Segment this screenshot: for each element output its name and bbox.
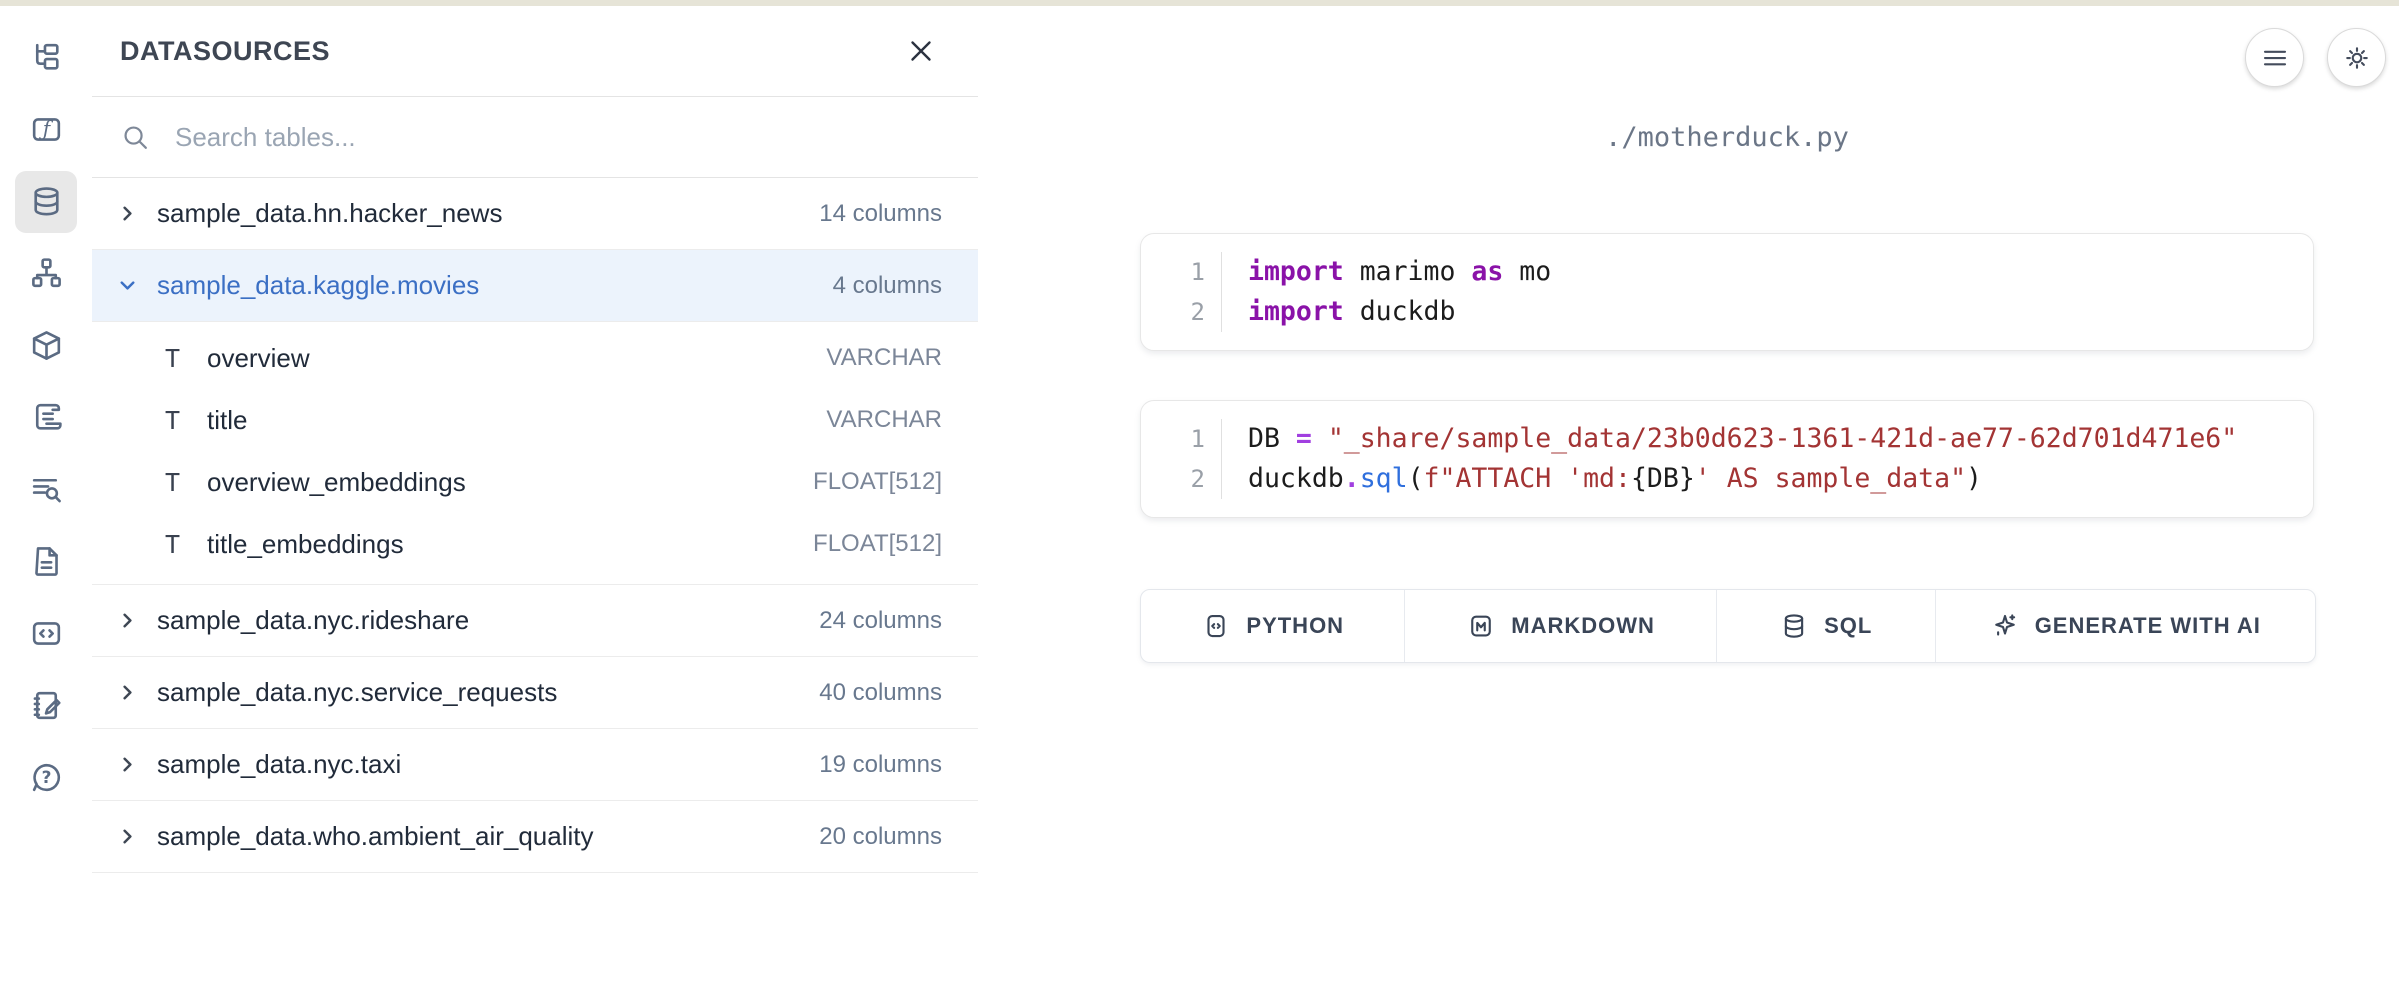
code-cell[interactable]: 12 DB = "_share/sample_data/23b0d623-1361… <box>1140 400 2314 518</box>
table-name: sample_data.hn.hacker_news <box>157 198 502 229</box>
table-name: sample_data.nyc.taxi <box>157 749 401 780</box>
column-name: overview <box>207 343 310 374</box>
gear-icon <box>2342 43 2372 73</box>
table-name: sample_data.nyc.rideshare <box>157 605 469 636</box>
table-columns-count: 24 columns <box>819 607 942 635</box>
chevron-right-icon <box>116 202 139 225</box>
chevron-right-icon <box>116 681 139 704</box>
app-window: ƒ ? DATASOURCES <box>0 0 2399 996</box>
cells-container: 12import marimo as moimport duckdb12DB =… <box>1140 233 2314 567</box>
code-line: DB = "_share/sample_data/23b0d623-1361-4… <box>1248 419 2237 459</box>
table-name: sample_data.kaggle.movies <box>157 270 479 301</box>
chevron-right-icon <box>116 609 139 632</box>
snippets-icon[interactable] <box>28 615 65 652</box>
table-row[interactable]: sample_data.nyc.service_requests 40 colum… <box>92 657 978 729</box>
add-python-cell-button[interactable]: PYTHON <box>1141 590 1404 662</box>
table-row[interactable]: sample_data.kaggle.movies 4 columns <box>92 250 978 322</box>
table-columns-count: 19 columns <box>819 751 942 779</box>
text-type-icon: T <box>165 406 207 435</box>
column-type: FLOAT[512] <box>813 468 942 496</box>
chevron-right-icon <box>116 753 139 776</box>
code-cell[interactable]: 12import marimo as moimport duckdb <box>1140 233 2314 351</box>
hamburger-menu-icon <box>2260 43 2290 73</box>
search-bar <box>92 97 978 178</box>
table-columns-count: 20 columns <box>819 823 942 851</box>
table-columns-count: 4 columns <box>833 272 942 300</box>
line-number: 2 <box>1141 459 1205 499</box>
line-number-gutter: 12 <box>1141 419 1222 499</box>
table-columns-count: 14 columns <box>819 200 942 228</box>
search-input[interactable] <box>173 121 950 154</box>
generate-with-ai-button[interactable]: GENERATE WITH AI <box>1935 590 2315 662</box>
python-code-icon <box>1201 611 1231 641</box>
text-type-icon: T <box>165 344 207 373</box>
notebook-filename[interactable]: ./motherduck.py <box>1140 122 2314 153</box>
columns-list: Toverview VARCHAR Ttitle VARCHAR Toverview_e… <box>92 322 978 585</box>
chevron-right-icon <box>116 825 139 848</box>
icon-rail: ƒ ? <box>0 6 93 996</box>
column-row[interactable]: Toverview_embeddings FLOAT[512] <box>92 451 978 513</box>
documentation-icon[interactable] <box>28 543 65 580</box>
markdown-icon <box>1466 611 1496 641</box>
add-python-label: PYTHON <box>1246 613 1344 639</box>
column-row[interactable]: Toverview VARCHAR <box>92 327 978 389</box>
datasources-panel: DATASOURCES sample_data.hn.hacker_news 14… <box>92 6 979 996</box>
generate-with-ai-label: GENERATE WITH AI <box>2035 613 2261 639</box>
search-icon <box>120 122 151 153</box>
scratchpad-icon[interactable] <box>28 687 65 724</box>
functions-icon[interactable]: ƒ <box>28 111 65 148</box>
table-columns-count: 40 columns <box>819 679 942 707</box>
file-explorer-icon[interactable] <box>28 39 65 76</box>
line-number: 2 <box>1141 292 1205 332</box>
datasources-panel-header: DATASOURCES <box>92 6 978 97</box>
code-line: import duckdb <box>1248 292 1551 332</box>
line-number: 1 <box>1141 419 1205 459</box>
dependencies-icon[interactable] <box>28 255 65 292</box>
column-name: title <box>207 405 247 436</box>
table-name: sample_data.who.ambient_air_quality <box>157 821 594 852</box>
code-editor[interactable]: import marimo as moimport duckdb <box>1222 252 1551 332</box>
tables-list: sample_data.hn.hacker_news14 columnssamp… <box>92 178 978 873</box>
column-row[interactable]: Ttitle VARCHAR <box>92 389 978 451</box>
table-name: sample_data.nyc.service_requests <box>157 677 557 708</box>
text-type-icon: T <box>165 468 207 497</box>
add-markdown-label: MARKDOWN <box>1511 613 1655 639</box>
datasources-icon[interactable] <box>15 171 77 233</box>
panel-title: DATASOURCES <box>120 36 330 67</box>
table-row[interactable]: sample_data.who.ambient_air_quality 20 co… <box>92 801 978 873</box>
code-editor[interactable]: DB = "_share/sample_data/23b0d623-1361-4… <box>1222 419 2237 499</box>
packages-icon[interactable] <box>28 327 65 364</box>
sparkles-icon <box>1990 611 2020 641</box>
column-row[interactable]: Ttitle_embeddings FLOAT[512] <box>92 513 978 575</box>
add-sql-cell-button[interactable]: SQL <box>1716 590 1935 662</box>
database-icon <box>1779 611 1809 641</box>
add-sql-label: SQL <box>1824 613 1872 639</box>
column-name: overview_embeddings <box>207 467 466 498</box>
code-line: duckdb.sql(f"ATTACH 'md:{DB}' AS sample_… <box>1248 459 2237 499</box>
notebook-area: ./motherduck.py 12import marimo as moimp… <box>978 6 2399 996</box>
add-markdown-cell-button[interactable]: MARKDOWN <box>1404 590 1715 662</box>
column-type: FLOAT[512] <box>813 530 942 558</box>
svg-text:?: ? <box>41 767 51 787</box>
settings-button[interactable] <box>2327 28 2386 87</box>
code-line: import marimo as mo <box>1248 252 1551 292</box>
add-cell-bar: PYTHON MARKDOWN SQL GENERATE WITH AI <box>1140 589 2316 663</box>
line-number-gutter: 12 <box>1141 252 1222 332</box>
chevron-down-icon <box>116 274 139 297</box>
column-type: VARCHAR <box>826 406 942 434</box>
logs-icon[interactable] <box>28 399 65 436</box>
chat-help-icon[interactable]: ? <box>28 759 65 796</box>
hamburger-menu-button[interactable] <box>2245 28 2304 87</box>
table-row[interactable]: sample_data.nyc.rideshare 24 columns <box>92 585 978 657</box>
table-row[interactable]: sample_data.nyc.taxi 19 columns <box>92 729 978 801</box>
table-row[interactable]: sample_data.hn.hacker_news 14 columns <box>92 178 978 250</box>
text-type-icon: T <box>165 530 207 559</box>
column-name: title_embeddings <box>207 529 404 560</box>
tracebacks-icon[interactable] <box>28 471 65 508</box>
column-type: VARCHAR <box>826 344 942 372</box>
close-icon[interactable] <box>904 34 938 68</box>
line-number: 1 <box>1141 252 1205 292</box>
